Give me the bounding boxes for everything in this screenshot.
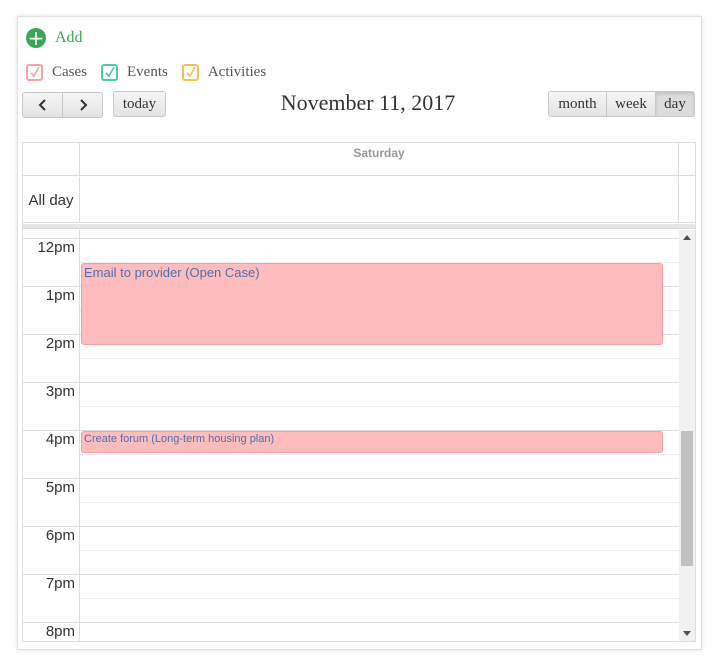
- view-week-button[interactable]: week: [606, 91, 656, 117]
- time-label: 1pm: [45, 287, 75, 304]
- time-label: 4pm: [45, 431, 75, 448]
- checkbox-activities[interactable]: [181, 64, 199, 81]
- filter-label: Activities: [207, 64, 267, 80]
- chevron-left-icon: [38, 99, 46, 111]
- half-hour-line: [79, 502, 679, 503]
- hour-line: [23, 478, 679, 479]
- half-hour-line: [79, 358, 679, 359]
- all-day-row: All day: [23, 177, 695, 223]
- time-label: 8pm: [45, 623, 75, 640]
- all-day-divider: [23, 224, 695, 229]
- add-label: Add: [55, 29, 83, 46]
- checkbox-cases[interactable]: [26, 64, 43, 81]
- hour-line: [23, 238, 679, 239]
- next-button[interactable]: [62, 92, 103, 118]
- filter-label: Cases: [52, 64, 87, 80]
- today-button[interactable]: today: [113, 91, 166, 117]
- plus-circle-icon: +: [26, 26, 46, 50]
- hour-line: [23, 382, 679, 383]
- filter-events[interactable]: Events: [101, 64, 168, 81]
- scrollbar-thumb[interactable]: [681, 431, 693, 566]
- prev-button[interactable]: [22, 92, 63, 118]
- half-hour-line: [79, 598, 679, 599]
- time-label: 2pm: [45, 335, 75, 352]
- half-hour-line: [79, 550, 679, 551]
- hour-line: [23, 574, 679, 575]
- all-day-cell[interactable]: [79, 177, 679, 223]
- day-header: Saturday: [79, 143, 679, 176]
- calendar-panel: + Add Cases Events Activities today Nove…: [17, 16, 702, 650]
- checkmark-icon: [105, 66, 115, 78]
- filter-label: Events: [127, 64, 168, 80]
- time-label: 7pm: [45, 575, 75, 592]
- calendar-filters: Cases Events Activities: [26, 64, 280, 81]
- scroll-up-arrow[interactable]: [683, 235, 691, 240]
- half-hour-line: [79, 406, 679, 407]
- half-hour-line: [79, 454, 679, 455]
- calendar-event[interactable]: Email to provider (Open Case): [81, 263, 663, 345]
- filter-activities[interactable]: Activities: [181, 64, 267, 81]
- time-label: 12pm: [37, 239, 75, 256]
- hour-line: [23, 622, 679, 623]
- calendar-event[interactable]: Create forum (Long-term housing plan): [81, 431, 663, 453]
- view-month-button[interactable]: month: [548, 91, 607, 117]
- all-day-label: All day: [28, 191, 74, 209]
- scroll-down-arrow[interactable]: [683, 631, 691, 636]
- time-label: 5pm: [45, 479, 75, 496]
- view-day-button[interactable]: day: [655, 91, 695, 117]
- add-button[interactable]: + Add: [26, 27, 83, 49]
- chevron-right-icon: [79, 99, 87, 111]
- time-label: 3pm: [45, 383, 75, 400]
- day-header-row: Saturday: [23, 143, 695, 176]
- hour-line: [23, 526, 679, 527]
- scrollbar[interactable]: [679, 230, 695, 641]
- day-calendar: Saturday All day 12pm 1pm 2pm 3pm 4pm 5pm 6pm 7…: [22, 142, 696, 642]
- time-label: 6pm: [45, 527, 75, 544]
- page-title: November 11, 2017: [280, 90, 456, 115]
- checkmark-icon: [186, 66, 196, 78]
- time-axis-border: [79, 230, 80, 641]
- filter-cases[interactable]: Cases: [26, 64, 87, 81]
- checkmark-icon: [30, 66, 40, 78]
- time-grid[interactable]: 12pm 1pm 2pm 3pm 4pm 5pm 6pm 7pm 8pm Email to pro…: [23, 230, 695, 641]
- checkbox-events[interactable]: [101, 64, 118, 81]
